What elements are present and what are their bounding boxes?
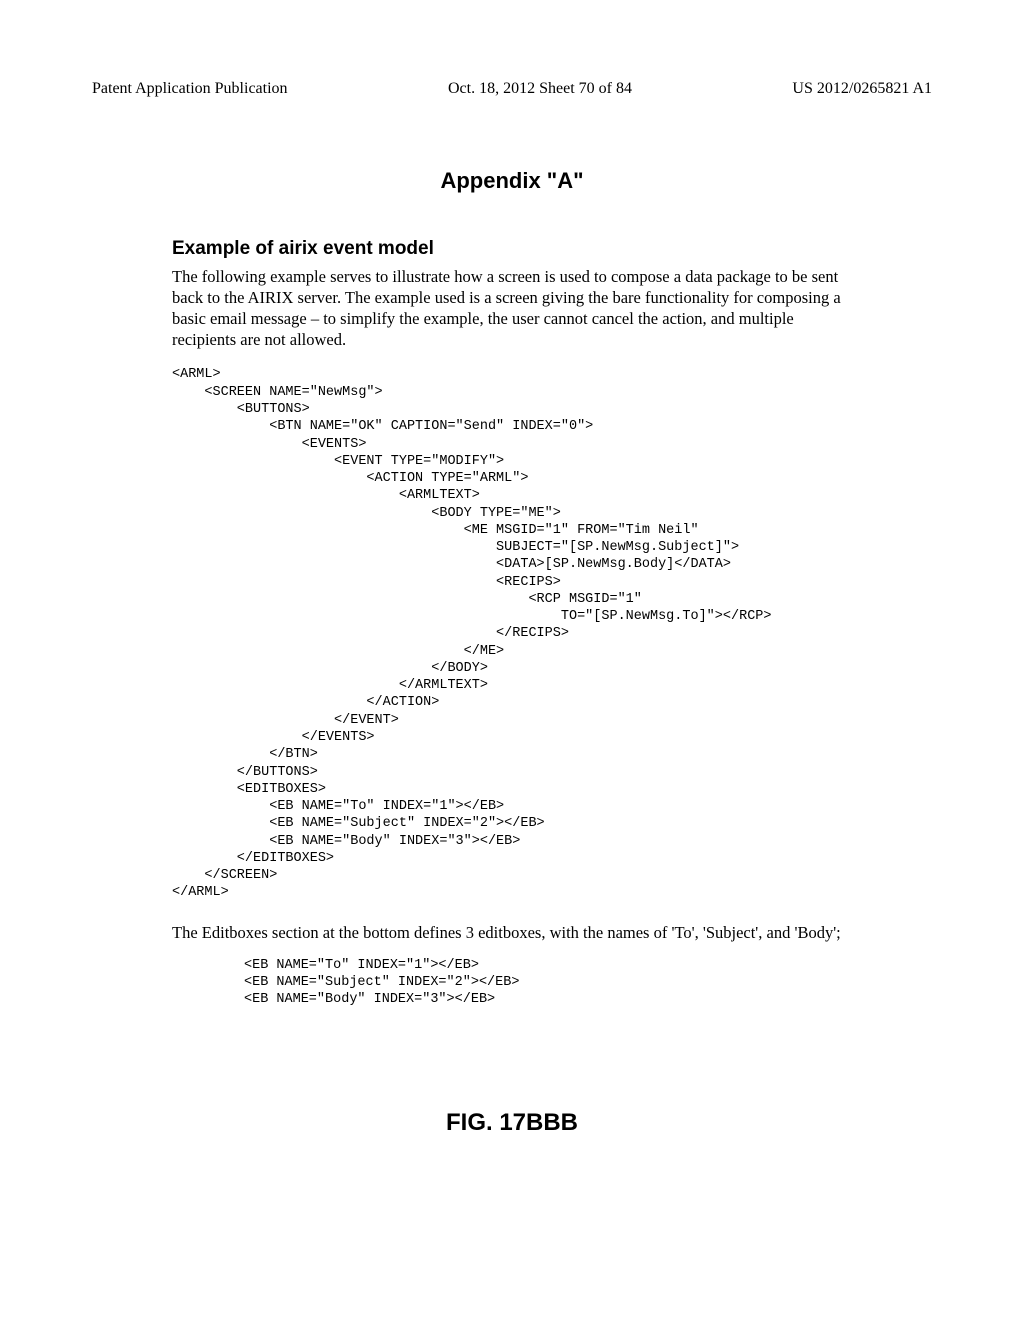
page-header: Patent Application Publication Oct. 18, … (0, 0, 1024, 98)
header-left: Patent Application Publication (92, 80, 288, 98)
header-center: Oct. 18, 2012 Sheet 70 of 84 (448, 80, 632, 98)
appendix-title: Appendix "A" (172, 168, 852, 194)
code-block-editboxes: <EB NAME="To" INDEX="1"></EB> <EB NAME="… (244, 957, 852, 1009)
code-block-main: <ARML> <SCREEN NAME="NewMsg"> <BUTTONS> … (172, 366, 852, 901)
mid-paragraph: The Editboxes section at the bottom defi… (172, 922, 852, 943)
page-content: Appendix "A" Example of airix event mode… (0, 98, 1024, 1137)
intro-paragraph: The following example serves to illustra… (172, 266, 852, 350)
section-heading: Example of airix event model (172, 238, 852, 260)
figure-label: FIG. 17BBB (172, 1109, 852, 1137)
header-right: US 2012/0265821 A1 (792, 80, 932, 98)
